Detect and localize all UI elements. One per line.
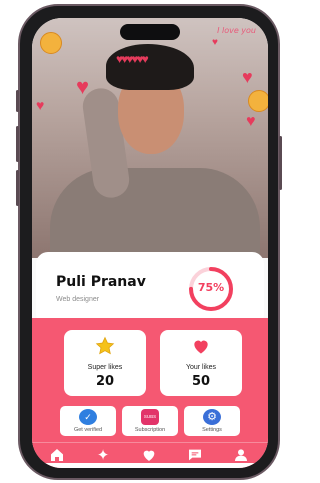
home-indicator [34, 463, 266, 468]
heart-sticker: ♥ [36, 97, 45, 113]
stat-value: 50 [191, 374, 211, 389]
action-label: Get verified [73, 427, 103, 433]
person-hair [106, 44, 194, 90]
volume-up-button [16, 126, 19, 162]
profile-role: Web designer [56, 296, 100, 303]
profile-name: Puli Pranav [56, 274, 146, 290]
subscription-button[interactable]: SUBS Subscription [122, 406, 178, 436]
super-likes-card[interactable]: Super likes 20 [64, 330, 146, 396]
heart-sticker: ♥ [212, 37, 218, 48]
volume-down-button [16, 170, 19, 206]
profile-completion-ring: 75% [186, 264, 236, 314]
emoji-sticker [40, 32, 62, 54]
mute-switch [16, 90, 19, 112]
heart-icon [160, 336, 242, 359]
stat-value: 20 [95, 374, 115, 389]
stat-label: Super likes [87, 364, 123, 371]
emoji-sticker [248, 90, 268, 112]
your-likes-card[interactable]: Your likes 50 [160, 330, 242, 396]
verified-badge-icon: ✓ [79, 409, 97, 425]
settings-button[interactable]: ⚙ Settings [184, 406, 240, 436]
heart-sticker: ♥ [246, 113, 256, 130]
progress-label: 75% [197, 281, 225, 294]
heart-crown: ♥♥♥♥♥♥ [116, 52, 149, 66]
gear-icon: ⚙ [203, 409, 221, 425]
screen: ♥ ♥ ♥ ♥ ♥ ♥♥♥♥♥♥ I love you Puli Pranav … [32, 18, 268, 468]
subscription-icon: SUBS [141, 409, 159, 425]
heart-sticker: ♥ [242, 67, 253, 87]
profile-card: Puli Pranav Web designer 75% [36, 252, 264, 326]
get-verified-button[interactable]: ✓ Get verified [60, 406, 116, 436]
photo-overlay-text: I love you [217, 26, 256, 35]
action-label: Settings [202, 427, 222, 433]
camera-notch [120, 24, 180, 40]
star-icon [64, 336, 146, 359]
action-label: Subscription [134, 427, 166, 433]
power-button [279, 136, 282, 190]
phone-frame: ♥ ♥ ♥ ♥ ♥ ♥♥♥♥♥♥ I love you Puli Pranav … [16, 4, 282, 480]
profile-photo: ♥ ♥ ♥ ♥ ♥ ♥♥♥♥♥♥ I love you [32, 18, 268, 268]
stat-label: Your likes [185, 364, 217, 371]
